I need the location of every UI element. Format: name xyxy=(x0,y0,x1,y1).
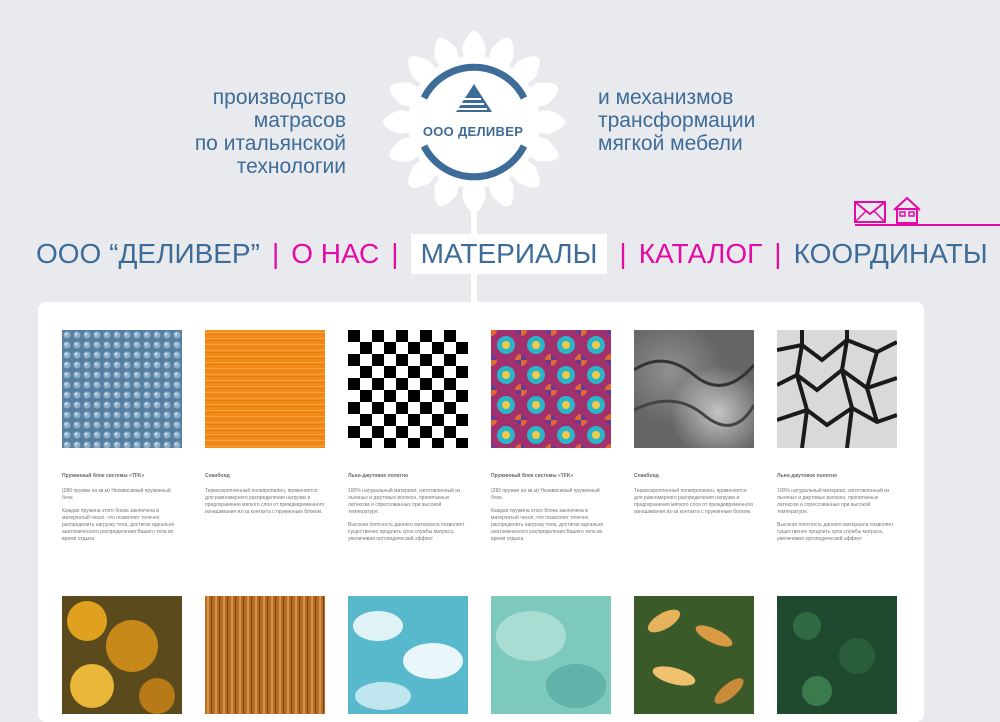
material-thumbnail[interactable] xyxy=(633,330,756,448)
nav-separator: | xyxy=(271,238,280,269)
material-thumbnail[interactable] xyxy=(205,330,325,448)
material-thumbnail[interactable] xyxy=(491,596,611,714)
nav-separator: | xyxy=(774,238,782,269)
material-thumbnail[interactable] xyxy=(348,330,468,448)
main-nav: ООО “ДЕЛИВЕР” | О НАС | МАТЕРИАЛЫ | КАТАЛОГ | КО… xyxy=(36,234,988,274)
nav-item-catalog[interactable]: КАТАЛОГ xyxy=(639,234,763,274)
material-title: Спанбонд xyxy=(634,473,659,479)
material-description: 100% натуральный материал, изготовленный… xyxy=(777,488,894,542)
material-description: 100% натуральный материал, изготовленный… xyxy=(348,488,465,542)
material-thumbnail[interactable] xyxy=(776,330,898,449)
nav-separator: | xyxy=(391,238,399,269)
tagline-right: и механизмов трансформации мягкой мебели xyxy=(598,86,818,155)
nav-item-materials[interactable]: МАТЕРИАЛЫ xyxy=(410,234,608,274)
nav-item-contacts[interactable]: КООРДИНАТЫ xyxy=(794,234,988,274)
flower-logo[interactable] xyxy=(358,6,590,238)
tagline-line: и механизмов xyxy=(598,86,734,109)
material-title: Льно-джутовое полотно xyxy=(348,473,409,479)
material-description: Термоскрепленный полипропилен, применяет… xyxy=(634,488,754,515)
material-thumbnail[interactable] xyxy=(348,596,468,714)
material-thumbnail[interactable] xyxy=(777,596,897,714)
header-icons xyxy=(854,196,921,224)
material-item: Пружинный блок системы «TFK» (280 пружин… xyxy=(62,330,182,549)
materials-panel: Пружинный блок системы «TFK» (280 пружин… xyxy=(38,302,924,722)
tagline-line: по итальянской xyxy=(194,132,346,155)
envelope-icon[interactable] xyxy=(854,201,886,223)
material-thumbnail[interactable] xyxy=(62,330,182,448)
house-icon[interactable] xyxy=(893,196,921,224)
material-thumbnail[interactable] xyxy=(205,596,325,714)
tagline-line: технологии xyxy=(236,155,346,178)
material-item: Пружинный блок системы «TFK» (280 пружин… xyxy=(491,330,611,549)
material-item: Спанбонд Термоскрепленный полипропилен, … xyxy=(205,330,325,522)
tagline-line: производство xyxy=(212,86,346,109)
material-description: (280 пружин на кв.м) Независимый пружинн… xyxy=(62,488,175,542)
nav-brand[interactable]: ООО “ДЕЛИВЕР” xyxy=(36,234,260,274)
nav-separator: | xyxy=(619,238,627,269)
material-thumbnail[interactable] xyxy=(491,330,611,448)
material-thumbnail[interactable] xyxy=(62,596,182,714)
material-title: Пружинный блок системы «TFK» xyxy=(491,473,574,479)
material-thumbnail[interactable] xyxy=(634,596,754,714)
material-description: Термоскрепленный полипропилен, применяет… xyxy=(205,488,325,515)
logo-text: ООО ДЕЛИВЕР xyxy=(422,124,524,139)
material-item: Спанбонд Термоскрепленный полипропилен, … xyxy=(633,330,756,522)
icon-underline xyxy=(855,224,1000,226)
nav-item-about[interactable]: О НАС xyxy=(291,234,379,274)
material-item: Льно-джутовое полотно 100% натуральный м… xyxy=(348,330,468,549)
material-title: Льно-джутовое полотно xyxy=(777,473,838,479)
material-title: Спанбонд xyxy=(205,473,230,479)
material-item: Льно-джутовое полотно 100% натуральный м… xyxy=(776,330,898,549)
material-title: Пружинный блок системы «TFK» xyxy=(62,473,145,479)
tagline-left: производство матрасов по итальянской тех… xyxy=(150,86,346,178)
tagline-line: трансформации xyxy=(598,109,756,132)
tagline-line: матрасов xyxy=(253,109,346,132)
material-description: (280 пружин на кв.м) Независимый пружинн… xyxy=(491,488,604,542)
tagline-line: мягкой мебели xyxy=(598,132,743,155)
